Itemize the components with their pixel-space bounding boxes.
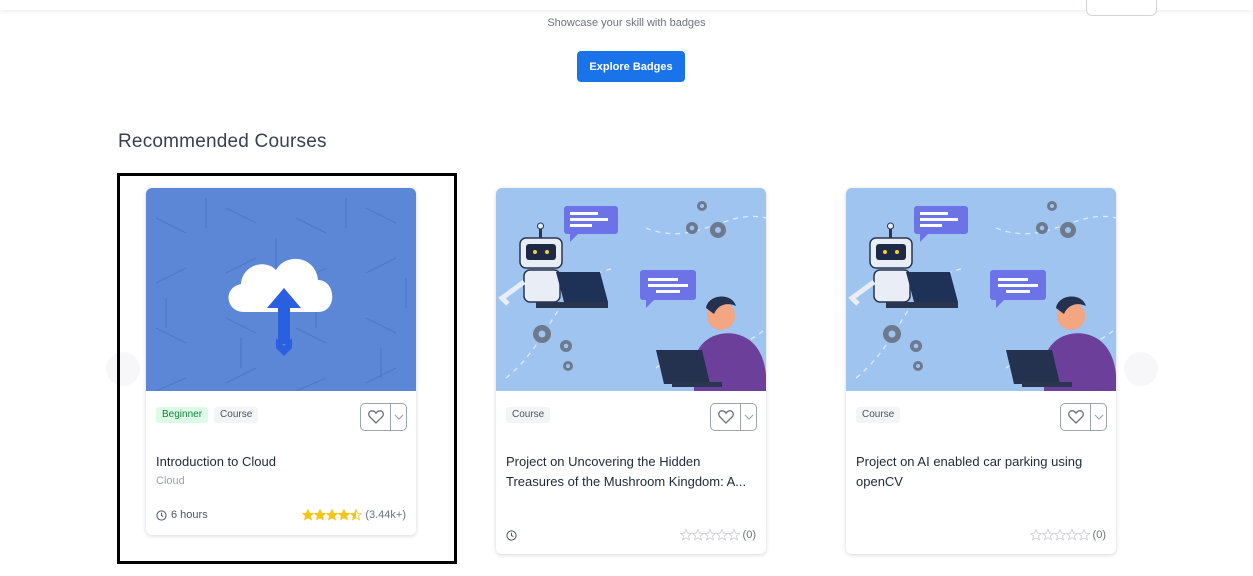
course-card[interactable]: Course Project on AI enabled car parking… [846, 188, 1116, 554]
explore-badges-button[interactable]: Explore Badges [577, 51, 685, 82]
star-rating [1029, 529, 1090, 541]
badge-subtitle: Showcase your skill with badges [547, 17, 706, 29]
focused-card-outline [117, 173, 457, 564]
rating-count: (0) [742, 529, 756, 541]
section-title: Recommended Courses [118, 131, 327, 152]
star-rating [679, 529, 740, 541]
carousel-next-button[interactable] [1124, 352, 1158, 386]
type-tag: Course [856, 407, 901, 423]
star-icon [1077, 529, 1090, 541]
rating-count: (0) [1092, 529, 1106, 541]
heart-icon[interactable] [711, 404, 741, 430]
wishlist-control[interactable] [710, 403, 757, 431]
duration [506, 529, 521, 541]
heart-icon[interactable] [1061, 404, 1091, 430]
type-tag: Course [506, 407, 551, 423]
rating: (0) [679, 529, 756, 541]
course-tags: Course [856, 407, 901, 423]
course-title[interactable]: Project on Uncovering the Hidden Treasur… [506, 452, 758, 492]
course-tags: Course [506, 407, 551, 423]
chevron-down-icon[interactable] [1091, 404, 1106, 430]
star-icon [1053, 529, 1066, 541]
header-action-button[interactable] [1086, 0, 1157, 16]
rating: (0) [1029, 529, 1106, 541]
robot-and-person-illustration [496, 188, 766, 391]
star-icon [691, 529, 704, 541]
star-icon [703, 529, 716, 541]
course-footer: (0) [506, 529, 756, 541]
top-header-strip [0, 0, 1253, 10]
star-icon [727, 529, 740, 541]
wishlist-control[interactable] [1060, 403, 1107, 431]
course-card[interactable]: Course Project on Uncovering the Hidden … [496, 188, 766, 554]
robot-and-person-illustration [846, 188, 1116, 391]
chevron-down-icon[interactable] [741, 404, 756, 430]
star-icon [1041, 529, 1054, 541]
star-icon [715, 529, 728, 541]
star-icon [1029, 529, 1042, 541]
clock-icon [506, 529, 517, 541]
course-title[interactable]: Project on AI enabled car parking using … [856, 452, 1108, 492]
star-icon [1065, 529, 1078, 541]
star-icon [679, 529, 692, 541]
course-footer: (0) [856, 529, 1106, 541]
